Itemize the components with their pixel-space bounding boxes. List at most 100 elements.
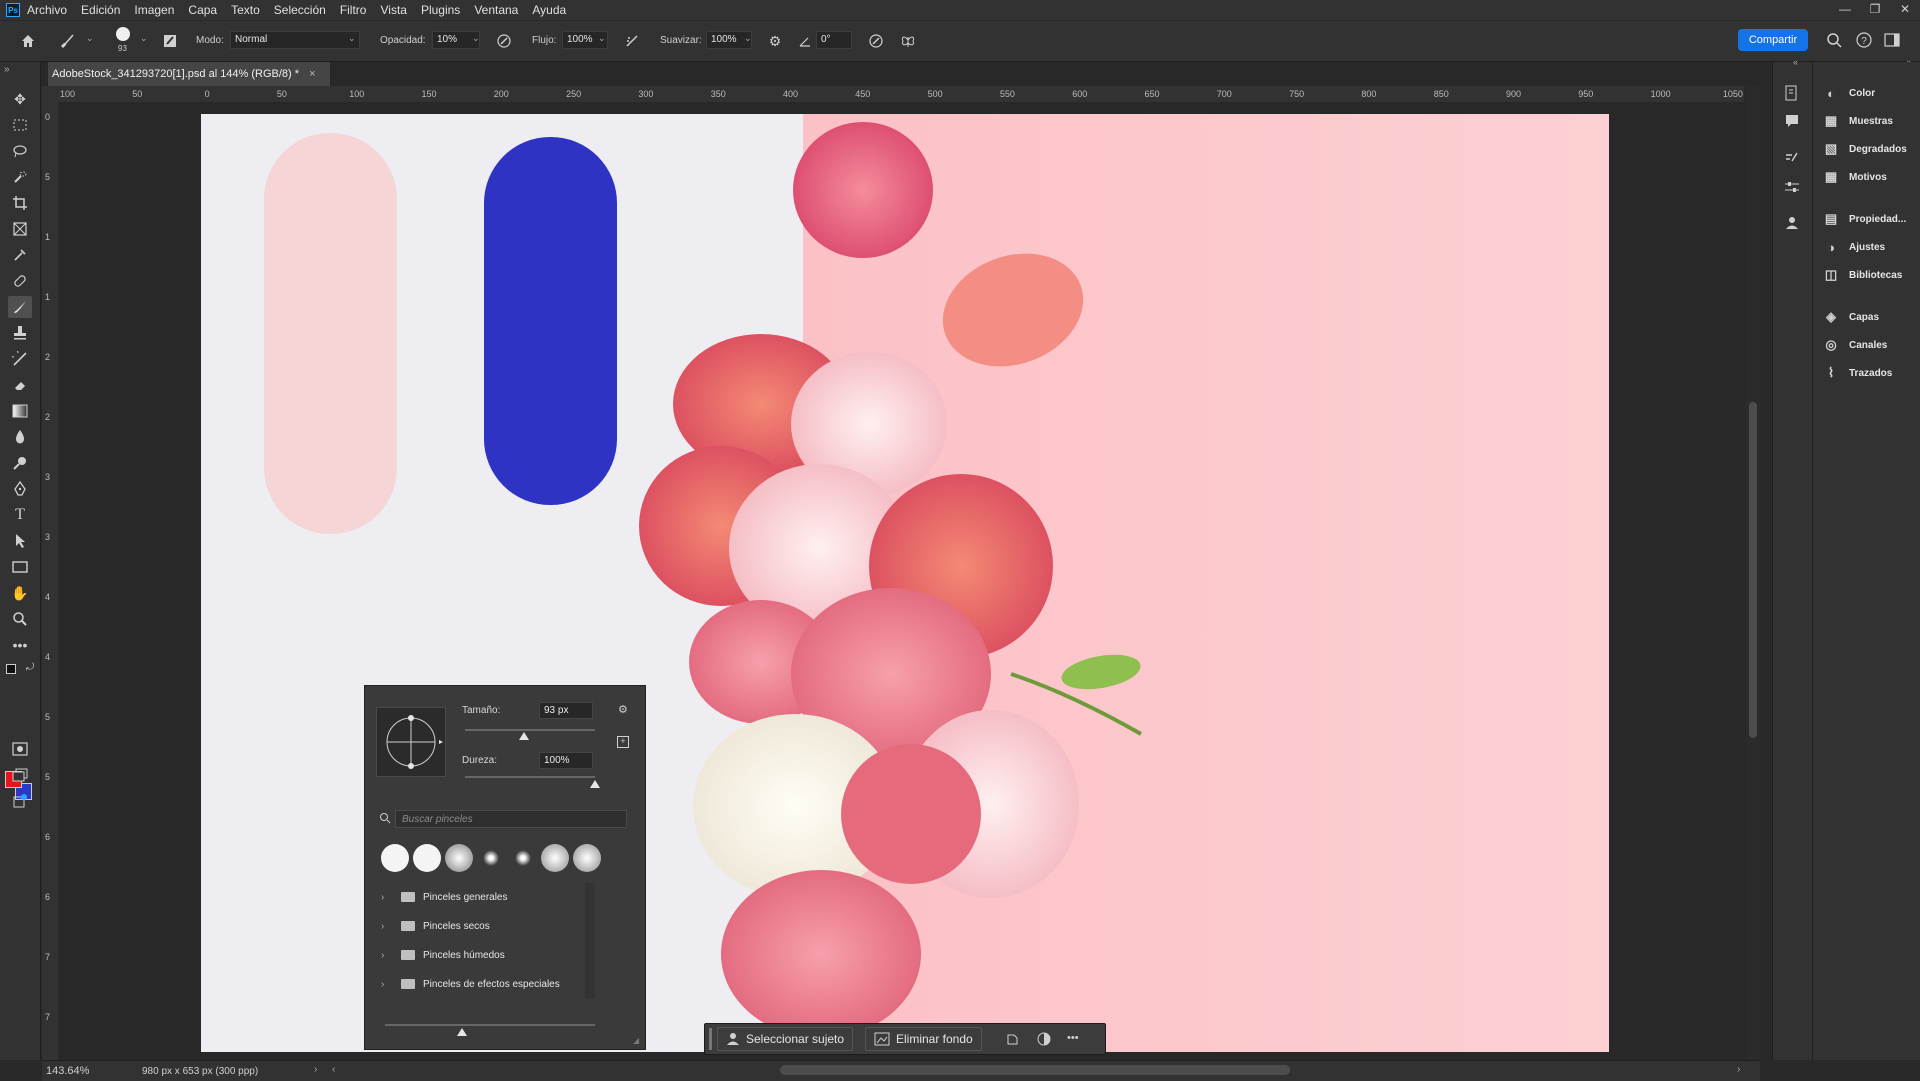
edit-toolbar-more-icon[interactable]: ••• <box>8 634 32 656</box>
collapse-panels-icon[interactable]: « <box>1793 57 1798 67</box>
scroll-left-icon[interactable]: ‹ <box>332 1064 335 1075</box>
path-selection-tool-icon[interactable] <box>8 530 32 552</box>
marquee-tool-icon[interactable] <box>8 114 32 136</box>
dodge-tool-icon[interactable] <box>8 452 32 474</box>
hardness-field[interactable]: 100% <box>539 752 593 769</box>
scroll-right-icon[interactable]: › <box>1737 1064 1740 1075</box>
menu-ayuda[interactable]: Ayuda <box>532 3 566 17</box>
size-field[interactable]: 93 px <box>539 702 593 719</box>
people-panel-icon[interactable] <box>1783 214 1801 235</box>
panel-motivos[interactable]: ▦ Motivos <box>1813 164 1920 190</box>
eyedropper-tool-icon[interactable] <box>8 244 32 266</box>
swap-colors-icon[interactable]: ⤾ <box>26 662 34 673</box>
move-tool-icon[interactable]: ✥ <box>8 88 32 110</box>
panel-canales[interactable]: ◎ Canales <box>1813 332 1920 358</box>
folder-dry-brushes[interactable]: › Pinceles secos <box>377 912 571 940</box>
panel-ajustes[interactable]: ◑ Ajustes <box>1813 234 1920 260</box>
flow-chevron-icon[interactable]: ⌄ <box>598 33 606 44</box>
hand-tool-icon[interactable]: ✋ <box>8 582 32 604</box>
preset-soft-round-3[interactable] <box>573 844 601 872</box>
menu-plugins[interactable]: Plugins <box>421 3 460 17</box>
menu-vista[interactable]: Vista <box>380 3 406 17</box>
panel-bibliotecas[interactable]: ◫ Bibliotecas <box>1813 262 1920 288</box>
close-tab-icon[interactable]: × <box>309 68 315 80</box>
panel-trazados[interactable]: ⌇ Trazados <box>1813 360 1920 386</box>
resize-grip-icon[interactable]: ◢ <box>633 1036 639 1045</box>
help-icon[interactable]: ? <box>1856 32 1872 51</box>
smoothing-settings-gear-icon[interactable]: ⚙ <box>765 31 785 51</box>
adjustment-layer-icon[interactable] <box>1037 1032 1051 1049</box>
zoom-tool-icon[interactable] <box>8 608 32 630</box>
preview-size-slider-track[interactable] <box>385 1024 595 1026</box>
chevron-down-icon[interactable]: ⌄ <box>86 33 94 44</box>
share-button[interactable]: Compartir <box>1738 29 1808 51</box>
comments-panel-icon[interactable] <box>1783 112 1801 133</box>
gradient-tool-icon[interactable] <box>8 400 32 422</box>
transform-selection-icon[interactable] <box>1005 1032 1019 1049</box>
rectangle-tool-icon[interactable] <box>8 556 32 578</box>
status-info-chevron-icon[interactable]: › <box>314 1064 317 1075</box>
folder-wet-brushes[interactable]: › Pinceles húmedos <box>377 941 571 969</box>
eraser-tool-icon[interactable] <box>8 374 32 396</box>
history-brush-tool-icon[interactable] <box>8 348 32 370</box>
folder-special-effects-brushes[interactable]: › Pinceles de efectos especiales <box>377 970 571 998</box>
menu-texto[interactable]: Texto <box>231 3 260 17</box>
panel-muestras[interactable]: ▦ Muestras <box>1813 108 1920 134</box>
vertical-ruler[interactable]: 0 5 1 1 2 2 3 3 4 4 5 5 6 6 7 7 <box>42 102 59 1060</box>
preset-small-2[interactable] <box>509 844 537 872</box>
quick-selection-tool-icon[interactable] <box>8 166 32 188</box>
history-panel-icon[interactable] <box>1783 84 1801 105</box>
preset-hard-round-1[interactable] <box>381 844 409 872</box>
vertical-scroll-thumb[interactable] <box>1749 402 1757 738</box>
healing-brush-tool-icon[interactable] <box>8 270 32 292</box>
pressure-size-icon[interactable] <box>866 31 886 51</box>
panel-capas[interactable]: ◈ Capas <box>1813 304 1920 330</box>
minimize-button[interactable]: — <box>1830 0 1860 20</box>
brush-settings-panel-icon[interactable] <box>160 31 180 51</box>
symmetry-butterfly-icon[interactable] <box>898 31 918 51</box>
preview-size-slider-thumb[interactable] <box>457 1028 467 1036</box>
smoothing-chevron-icon[interactable]: ⌄ <box>744 33 752 44</box>
menu-imagen[interactable]: Imagen <box>134 3 174 17</box>
size-slider-thumb[interactable] <box>518 732 529 740</box>
folder-list-scrollbar[interactable] <box>585 883 595 998</box>
more-options-icon[interactable]: ••• <box>1067 1032 1079 1044</box>
default-colors-icon[interactable] <box>6 664 16 674</box>
brush-search-input[interactable]: Buscar pinceles <box>395 810 627 828</box>
workspace-switcher-icon[interactable] <box>1884 32 1902 51</box>
angle-field[interactable]: 0° <box>816 31 852 49</box>
brush-gear-icon[interactable]: ⚙ <box>618 703 628 716</box>
brush-preview-icon[interactable] <box>116 27 130 41</box>
generative-fill-icon[interactable] <box>8 790 32 812</box>
home-icon[interactable] <box>18 31 38 51</box>
horizontal-ruler[interactable]: 100 50 0 50 100 150 200 250 300 350 400 450 500 550 60… <box>58 86 1744 103</box>
preset-small-1[interactable] <box>477 844 505 872</box>
pen-tool-icon[interactable] <box>8 478 32 500</box>
brush-tool-preset-icon[interactable] <box>58 31 78 51</box>
brush-picker-chevron-icon[interactable]: ⌄ <box>140 33 148 44</box>
clone-stamp-tool-icon[interactable] <box>8 322 32 344</box>
crop-tool-icon[interactable] <box>8 192 32 214</box>
menu-archivo[interactable]: Archivo <box>27 3 67 17</box>
type-tool-icon[interactable]: T <box>8 504 32 526</box>
brush-angle-preview[interactable] <box>376 707 446 777</box>
menu-edicion[interactable]: Edición <box>81 3 120 17</box>
document-info[interactable]: 980 px x 653 px (300 ppp) <box>142 1066 258 1077</box>
screen-mode-icon[interactable] <box>8 764 32 786</box>
new-preset-icon[interactable]: + <box>617 736 629 748</box>
blur-tool-icon[interactable] <box>8 426 32 448</box>
folder-general-brushes[interactable]: › Pinceles generales <box>377 883 571 911</box>
quick-mask-icon[interactable] <box>8 738 32 760</box>
mode-chevron-icon[interactable]: ⌄ <box>348 33 356 44</box>
hardness-slider-track[interactable] <box>465 776 595 778</box>
preset-soft-round-1[interactable] <box>445 844 473 872</box>
panel-color[interactable]: ◐ Color <box>1813 80 1920 106</box>
menu-ventana[interactable]: Ventana <box>474 3 518 17</box>
brush-tool-icon[interactable] <box>8 296 32 318</box>
horizontal-scroll-thumb[interactable] <box>780 1065 1290 1075</box>
menu-filtro[interactable]: Filtro <box>340 3 367 17</box>
brush-settings-icon[interactable] <box>1783 150 1801 171</box>
lasso-tool-icon[interactable] <box>8 140 32 162</box>
preset-hard-round-2[interactable] <box>413 844 441 872</box>
search-icon[interactable] <box>1826 32 1842 51</box>
